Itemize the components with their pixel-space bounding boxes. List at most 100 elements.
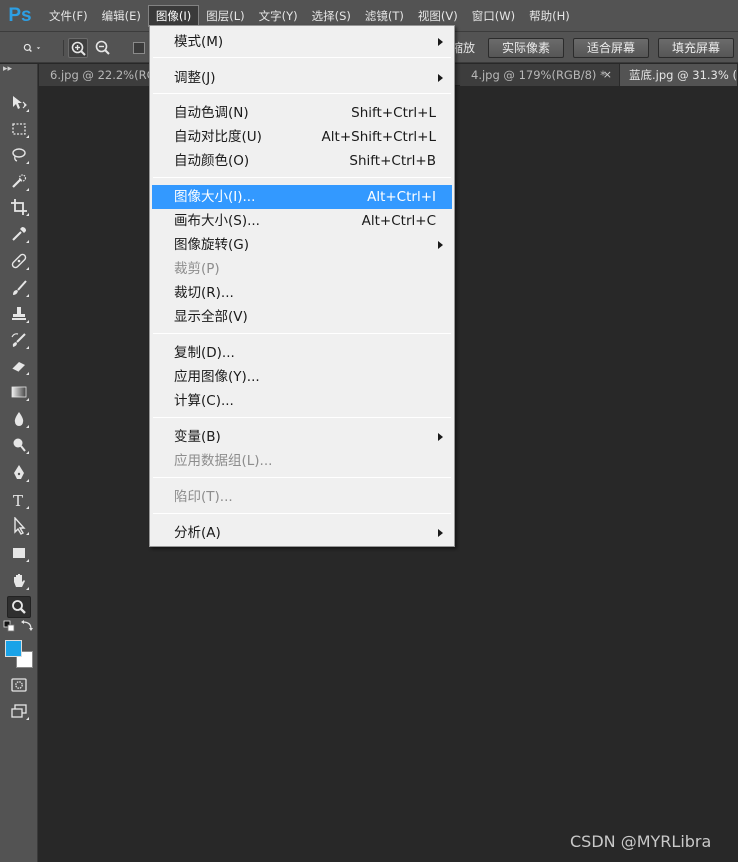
menu-item-shortcut: Alt+Ctrl+I	[367, 189, 436, 205]
menu-item-calculations[interactable]: 计算(C)...	[152, 389, 452, 413]
menu-item-trim[interactable]: 裁切(R)...	[152, 281, 452, 305]
menu-filter[interactable]: 滤镜(T)	[358, 5, 411, 27]
menu-item-label: 自动色调(N)	[174, 105, 249, 121]
move-tool-icon[interactable]	[7, 92, 31, 114]
menu-separator	[153, 477, 451, 478]
fit-screen-button[interactable]: 适合屏幕	[573, 38, 649, 58]
clone-stamp-tool-icon[interactable]	[7, 303, 31, 325]
menu-item-crop: 裁剪(P)	[152, 257, 452, 281]
pen-tool-icon[interactable]	[7, 462, 31, 484]
menu-item-label: 复制(D)...	[174, 345, 235, 361]
menu-item-label: 应用图像(Y)...	[174, 369, 260, 385]
tool-preset-zoom-icon[interactable]	[22, 38, 56, 58]
svg-text:T: T	[13, 492, 23, 509]
zoom-in-button[interactable]	[68, 38, 88, 58]
menu-edit[interactable]: 编辑(E)	[95, 5, 148, 27]
tab-label: 蓝底.jpg @ 31.3% (图层 1, RGB/8)	[629, 68, 737, 82]
menu-item-duplicate[interactable]: 复制(D)...	[152, 341, 452, 365]
menu-item-label: 裁切(R)...	[174, 285, 234, 301]
menu-item-label: 裁剪(P)	[174, 261, 220, 277]
eyedropper-tool-icon[interactable]	[7, 223, 31, 245]
brush-tool-icon[interactable]	[7, 277, 31, 299]
menu-item-auto-color[interactable]: 自动颜色(O) Shift+Ctrl+B	[152, 149, 452, 173]
quick-mask-icon[interactable]	[7, 674, 31, 696]
rectangle-tool-icon[interactable]	[7, 542, 31, 564]
menu-select[interactable]: 选择(S)	[305, 5, 358, 27]
dodge-tool-icon[interactable]	[7, 434, 31, 456]
gradient-tool-icon[interactable]	[7, 381, 31, 403]
menu-item-label: 画布大小(S)...	[174, 213, 260, 229]
tab-document-4[interactable]: 4.jpg @ 179%(RGB/8) * ×	[460, 64, 620, 86]
menu-item-label: 模式(M)	[174, 34, 224, 50]
menu-view[interactable]: 视图(V)	[411, 5, 465, 27]
zoom-tool-icon[interactable]	[7, 596, 31, 618]
menu-separator	[153, 333, 451, 334]
menu-item-variables[interactable]: 变量(B)	[152, 425, 452, 449]
menu-separator	[153, 417, 451, 418]
menu-item-label: 自动对比度(U)	[174, 129, 262, 145]
menu-window[interactable]: 窗口(W)	[465, 5, 522, 27]
tab-document-blue-bg[interactable]: 蓝底.jpg @ 31.3% (图层 1, RGB/8)	[620, 64, 738, 86]
menu-item-auto-tone[interactable]: 自动色调(N) Shift+Ctrl+L	[152, 101, 452, 125]
menu-item-apply-image[interactable]: 应用图像(Y)...	[152, 365, 452, 389]
menu-separator	[153, 513, 451, 514]
menu-item-label: 图像旋转(G)	[174, 237, 249, 253]
close-tab-icon[interactable]: ×	[603, 64, 612, 86]
zoom-out-button[interactable]	[93, 38, 113, 58]
menu-type[interactable]: 文字(Y)	[252, 5, 305, 27]
menu-item-label: 应用数据组(L)...	[174, 453, 273, 469]
hand-tool-icon[interactable]	[7, 570, 31, 592]
menu-item-label: 图像大小(I)...	[174, 189, 256, 205]
swap-colors-icon[interactable]	[20, 620, 34, 632]
menu-item-reveal-all[interactable]: 显示全部(V)	[152, 305, 452, 329]
menu-item-label: 计算(C)...	[174, 393, 234, 409]
menu-item-shortcut: Shift+Ctrl+L	[351, 105, 436, 121]
watermark: CSDN @MYRLibra	[570, 832, 712, 851]
image-menu-dropdown: 模式(M) 调整(J) 自动色调(N) Shift+Ctrl+L 自动对比度(U…	[149, 25, 455, 547]
healing-brush-tool-icon[interactable]	[7, 250, 31, 272]
menu-item-canvas-size[interactable]: 画布大小(S)... Alt+Ctrl+C	[152, 209, 452, 233]
submenu-arrow-icon	[438, 241, 443, 249]
eraser-tool-icon[interactable]	[7, 355, 31, 377]
tools-panel: ▸▸ T	[0, 64, 38, 862]
crop-tool-icon[interactable]	[7, 196, 31, 218]
menu-item-apply-data-set: 应用数据组(L)...	[152, 449, 452, 473]
resize-windows-checkbox[interactable]	[133, 42, 145, 54]
path-selection-tool-icon[interactable]	[7, 515, 31, 537]
foreground-color-swatch[interactable]	[5, 640, 22, 657]
menu-item-adjustments[interactable]: 调整(J)	[152, 66, 452, 90]
fill-screen-button[interactable]: 填充屏幕	[658, 38, 734, 58]
lasso-tool-icon[interactable]	[7, 144, 31, 166]
tab-document-6[interactable]: 6.jpg @ 22.2%(RGB/8)	[39, 64, 151, 86]
quick-selection-tool-icon[interactable]	[7, 171, 31, 193]
menu-item-label: 自动颜色(O)	[174, 153, 250, 169]
menu-separator	[153, 177, 451, 178]
menu-file[interactable]: 文件(F)	[42, 5, 95, 27]
menu-item-image-size[interactable]: 图像大小(I)... Alt+Ctrl+I	[152, 185, 452, 209]
history-brush-tool-icon[interactable]	[7, 329, 31, 351]
menu-item-mode[interactable]: 模式(M)	[152, 30, 452, 54]
submenu-arrow-icon	[438, 529, 443, 537]
submenu-arrow-icon	[438, 433, 443, 441]
menu-item-label: 调整(J)	[174, 70, 216, 86]
menu-item-image-rotation[interactable]: 图像旋转(G)	[152, 233, 452, 257]
menu-item-shortcut: Alt+Ctrl+C	[361, 213, 436, 229]
menu-item-shortcut: Alt+Shift+Ctrl+L	[321, 129, 436, 145]
menu-separator	[153, 93, 451, 94]
tab-label: 4.jpg @ 179%(RGB/8) *	[471, 68, 606, 82]
menu-layer[interactable]: 图层(L)	[199, 5, 251, 27]
marquee-tool-icon[interactable]	[7, 118, 31, 140]
menu-item-trap: 陷印(T)...	[152, 485, 452, 509]
menu-item-analysis[interactable]: 分析(A)	[152, 521, 452, 545]
panel-collapse-icon[interactable]: ▸▸	[0, 64, 38, 74]
default-colors-icon[interactable]	[3, 620, 17, 632]
menu-item-auto-contrast[interactable]: 自动对比度(U) Alt+Shift+Ctrl+L	[152, 125, 452, 149]
zoom-preset-icon	[23, 43, 41, 53]
blur-tool-icon[interactable]	[7, 408, 31, 430]
actual-pixels-button[interactable]: 实际像素	[488, 38, 564, 58]
menu-separator	[153, 57, 451, 58]
screen-mode-icon[interactable]	[7, 700, 31, 722]
type-tool-icon[interactable]: T	[7, 489, 31, 511]
menu-image[interactable]: 图像(I)	[147, 4, 200, 27]
menu-help[interactable]: 帮助(H)	[522, 5, 577, 27]
